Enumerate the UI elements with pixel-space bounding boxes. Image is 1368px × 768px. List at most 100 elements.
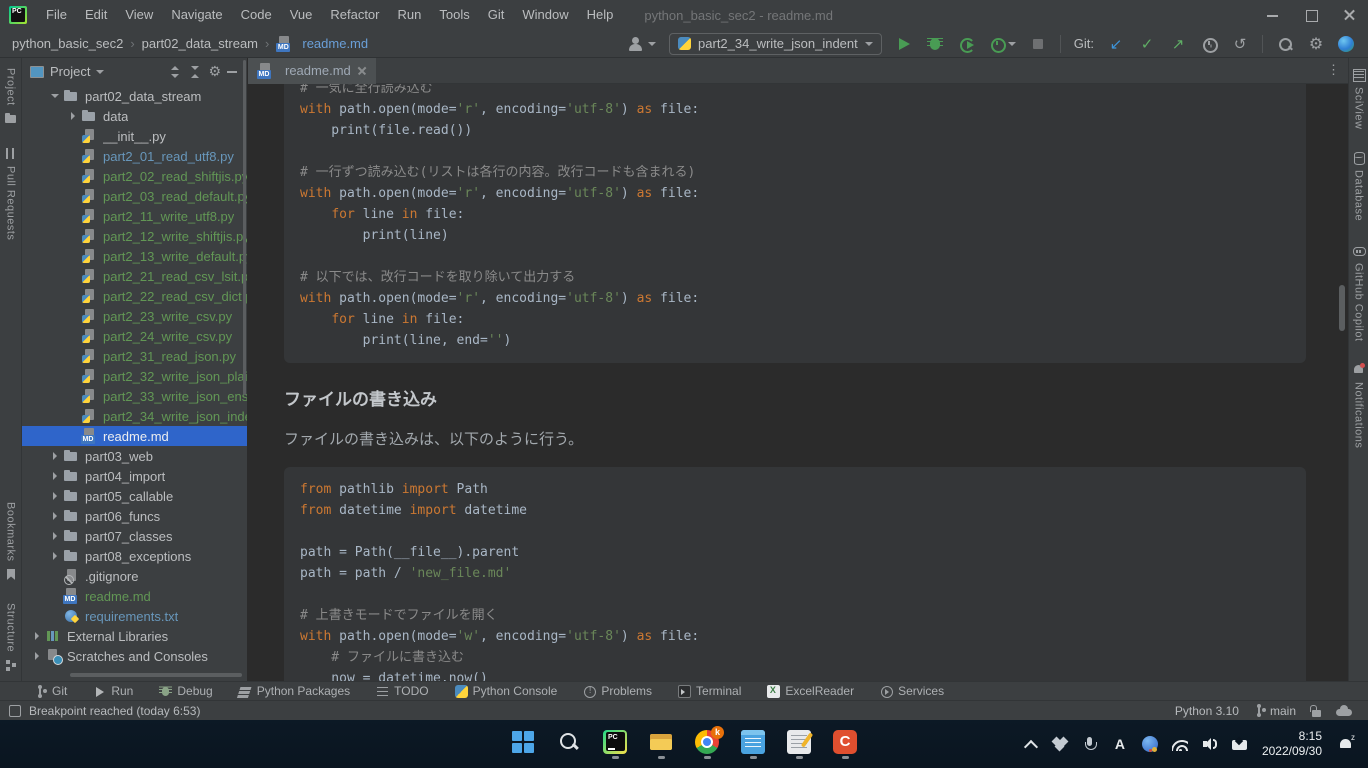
- tool-window-tab-structure[interactable]: Structure: [4, 603, 17, 671]
- menu-file[interactable]: File: [37, 0, 76, 30]
- taskbar-pycharm[interactable]: PC: [602, 730, 628, 759]
- tool-window-tab-pull-requests[interactable]: Pull Requests: [4, 147, 17, 240]
- tool-window-button-todo[interactable]: TODO: [376, 684, 428, 698]
- menu-git[interactable]: Git: [479, 0, 514, 30]
- run-configuration-select[interactable]: part2_34_write_json_indent: [669, 33, 882, 55]
- tool-window-tab-bookmarks[interactable]: Bookmarks: [4, 502, 17, 581]
- user-menu[interactable]: [628, 35, 656, 53]
- collapse-all-button[interactable]: [188, 65, 202, 79]
- expand-all-button[interactable]: [168, 65, 182, 79]
- tree-item-part2-33-write-json-ensure-[interactable]: part2_33_write_json_ensure_: [22, 386, 247, 406]
- tool-window-tab-database[interactable]: Database: [1352, 151, 1365, 221]
- tree-item-part2-01-read-utf8-py[interactable]: part2_01_read_utf8.py: [22, 146, 247, 166]
- tool-window-button-run[interactable]: Run: [93, 684, 133, 698]
- menu-run[interactable]: Run: [389, 0, 431, 30]
- code-with-me-button[interactable]: [1338, 36, 1354, 52]
- tree-item-requirements-txt[interactable]: requirements.txt: [22, 606, 247, 626]
- tray-overflow-chevron-icon[interactable]: [1022, 736, 1038, 752]
- stop-button[interactable]: [1029, 35, 1047, 53]
- start-button[interactable]: [510, 730, 536, 759]
- tool-window-button-python-console[interactable]: Python Console: [455, 684, 558, 698]
- menu-help[interactable]: Help: [578, 0, 623, 30]
- lock-icon[interactable]: [1310, 705, 1322, 717]
- tree-item-scratches-and-consoles[interactable]: Scratches and Consoles: [22, 646, 247, 666]
- menu-refactor[interactable]: Refactor: [321, 0, 388, 30]
- tree-chevron-right-icon[interactable]: [66, 109, 81, 123]
- menu-window[interactable]: Window: [513, 0, 577, 30]
- tree-item-part05-callable[interactable]: part05_callable: [22, 486, 247, 506]
- tool-window-tab-sciview[interactable]: SciView: [1352, 68, 1365, 129]
- tree-item-data[interactable]: data: [22, 106, 247, 126]
- tree-item-external-libraries[interactable]: External Libraries: [22, 626, 247, 646]
- tree-item-part07-classes[interactable]: part07_classes: [22, 526, 247, 546]
- tree-item-part08-exceptions[interactable]: part08_exceptions: [22, 546, 247, 566]
- git-branch-widget[interactable]: main: [1253, 704, 1296, 718]
- tool-window-button-debug[interactable]: Debug: [159, 684, 212, 698]
- tree-item-part2-02-read-shiftjis-py[interactable]: part2_02_read_shiftjis.py: [22, 166, 247, 186]
- tree-item-part2-31-read-json-py[interactable]: part2_31_read_json.py: [22, 346, 247, 366]
- tree-item--gitignore[interactable]: .gitignore: [22, 566, 247, 586]
- minimize-button[interactable]: [1254, 0, 1292, 30]
- tree-vertical-scrollbar[interactable]: [243, 60, 246, 395]
- dropbox-icon[interactable]: [1052, 736, 1068, 752]
- git-push-button[interactable]: ↗: [1169, 35, 1187, 53]
- menu-code[interactable]: Code: [232, 0, 281, 30]
- tree-chevron-down-icon[interactable]: [48, 89, 63, 103]
- git-update-button[interactable]: ↙: [1107, 35, 1125, 53]
- tree-item-readme-md[interactable]: readme.md: [22, 586, 247, 606]
- taskbar-camtasia[interactable]: C: [832, 730, 858, 759]
- python-interpreter[interactable]: Python 3.10: [1175, 704, 1239, 718]
- taskbar-search[interactable]: [556, 730, 582, 759]
- tree-chevron-right-icon[interactable]: [48, 449, 63, 463]
- panel-settings-button[interactable]: ⚙: [208, 65, 221, 79]
- rollback-button[interactable]: ↺: [1231, 35, 1249, 53]
- settings-button[interactable]: ⚙: [1307, 35, 1325, 53]
- tree-item-part2-13-write-default-py[interactable]: part2_13_write_default.py: [22, 246, 247, 266]
- ime-mode-indicator[interactable]: A: [1112, 736, 1128, 752]
- tree-item-part2-34-write-json-indent-p[interactable]: part2_34_write_json_indent.p: [22, 406, 247, 426]
- taskbar-explorer[interactable]: [648, 730, 674, 759]
- profiler-button[interactable]: [988, 35, 1016, 53]
- tree-chevron-right-icon[interactable]: [30, 629, 45, 643]
- history-button[interactable]: [1200, 35, 1218, 53]
- hide-panel-button[interactable]: [227, 71, 237, 73]
- taskbar-clock[interactable]: 8:15 2022/09/30: [1262, 729, 1322, 759]
- tool-window-tab-project[interactable]: Project: [4, 68, 17, 125]
- tree-item-part2-23-write-csv-py[interactable]: part2_23_write_csv.py: [22, 306, 247, 326]
- microphone-icon[interactable]: [1082, 736, 1098, 752]
- menu-view[interactable]: View: [116, 0, 162, 30]
- git-commit-button[interactable]: ✓: [1138, 35, 1156, 53]
- tool-window-button-excelreader[interactable]: ExcelReader: [767, 684, 854, 698]
- tree-item-part03-web[interactable]: part03_web: [22, 446, 247, 466]
- cloud-sync-icon[interactable]: [1336, 705, 1352, 716]
- tool-window-button-python-packages[interactable]: Python Packages: [239, 684, 350, 698]
- tree-item-part2-21-read-csv-lsit-py[interactable]: part2_21_read_csv_lsit.py: [22, 266, 247, 286]
- tree-item-readme-md[interactable]: readme.md: [22, 426, 247, 446]
- taskbar-chrome[interactable]: k: [694, 730, 720, 759]
- menu-tools[interactable]: Tools: [430, 0, 478, 30]
- menu-navigate[interactable]: Navigate: [162, 0, 231, 30]
- tree-item-part2-11-write-utf8-py[interactable]: part2_11_write_utf8.py: [22, 206, 247, 226]
- tree-item-part2-03-read-default-py[interactable]: part2_03_read_default.py: [22, 186, 247, 206]
- tool-window-button-git[interactable]: Git: [34, 684, 67, 698]
- tool-window-button-services[interactable]: Services: [880, 684, 944, 698]
- tree-item--init-py[interactable]: __init__.py: [22, 126, 247, 146]
- editor-scrollbar[interactable]: [1339, 285, 1345, 331]
- taskbar-notepad[interactable]: [740, 730, 766, 759]
- volume-icon[interactable]: [1202, 736, 1218, 752]
- tree-horizontal-scrollbar[interactable]: [70, 673, 242, 677]
- wifi-icon[interactable]: [1172, 738, 1188, 751]
- editor-options-icon[interactable]: [1327, 62, 1340, 78]
- menu-edit[interactable]: Edit: [76, 0, 116, 30]
- run-button[interactable]: [895, 35, 913, 53]
- tree-item-part2-32-write-json-plain-py[interactable]: part2_32_write_json_plain.py: [22, 366, 247, 386]
- breadcrumb-item[interactable]: readme.md: [302, 36, 368, 51]
- tool-window-button-terminal[interactable]: Terminal: [678, 684, 741, 698]
- run-with-coverage-button[interactable]: [957, 35, 975, 53]
- search-everywhere-button[interactable]: [1276, 35, 1294, 53]
- status-message[interactable]: Breakpoint reached (today 6:53): [29, 704, 200, 718]
- tree-item-part06-funcs[interactable]: part06_funcs: [22, 506, 247, 526]
- debug-button[interactable]: [926, 35, 944, 53]
- tree-chevron-right-icon[interactable]: [48, 509, 63, 523]
- tree-chevron-right-icon[interactable]: [48, 489, 63, 503]
